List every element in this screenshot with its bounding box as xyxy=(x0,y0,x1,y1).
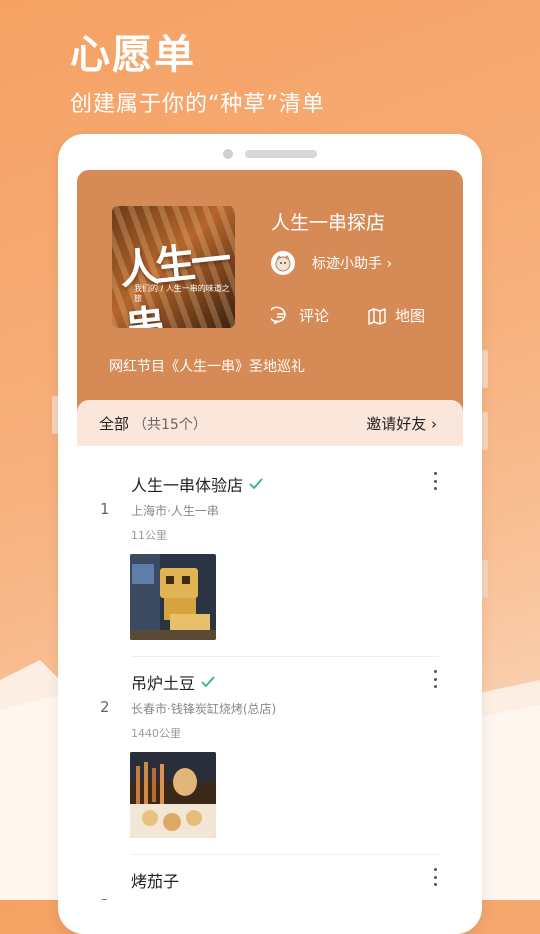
item-name-text: 人生一串体验店 xyxy=(131,476,244,495)
phone-side-button xyxy=(482,412,488,450)
more-options-button[interactable] xyxy=(431,868,439,886)
map-label: 地图 xyxy=(395,307,426,325)
item-name: 吊炉土豆 xyxy=(131,670,215,694)
phone-side-button xyxy=(482,350,488,388)
author-link[interactable]: 标迹小助手 › xyxy=(271,250,392,276)
mascot-icon xyxy=(275,255,291,272)
invite-friends-button[interactable]: 邀请好友 › xyxy=(366,413,437,434)
wishlist-title: 人生一串探店 xyxy=(271,212,386,234)
divider xyxy=(131,656,439,657)
wishlist-cover-image[interactable]: 人生一串 我们的 / 人生一串的味道之旅 xyxy=(112,206,235,328)
skewers-image xyxy=(130,752,216,838)
more-options-button[interactable] xyxy=(431,670,439,688)
list-tabbar: 全部 （共15个） 邀请好友 › xyxy=(77,400,463,446)
item-thumbnail[interactable] xyxy=(130,554,216,640)
more-options-button[interactable] xyxy=(431,472,439,490)
phone-camera xyxy=(223,149,233,159)
item-index: 2 xyxy=(100,698,110,716)
verified-check-icon xyxy=(249,478,263,490)
hero-title: 心愿单 xyxy=(70,32,196,78)
item-name: 烤茄子 xyxy=(131,868,179,892)
verified-check-icon xyxy=(201,676,215,688)
wishlist-description: 网红节目《人生一串》圣地巡礼 xyxy=(109,359,305,375)
robot-figure-image xyxy=(130,554,216,640)
item-index: 3 xyxy=(100,896,110,900)
comment-icon xyxy=(271,306,286,324)
item-distance: 11公里 xyxy=(131,529,167,542)
avatar xyxy=(271,251,295,275)
map-button[interactable]: 地图 xyxy=(367,305,425,326)
tab-all-label: 全部 xyxy=(99,415,130,433)
item-index: 1 xyxy=(100,500,110,518)
author-name: 标迹小助手 › xyxy=(312,256,393,272)
comment-label: 评论 xyxy=(299,307,330,325)
item-distance: 1440公里 xyxy=(131,727,181,740)
comment-button[interactable]: 评论 xyxy=(271,305,329,326)
wishlist-header: 人生一串 我们的 / 人生一串的味道之旅 人生一串探店 标迹小助手 › 评论 地… xyxy=(77,170,463,420)
hero-subtitle: 创建属于你的“种草”清单 xyxy=(70,92,325,117)
divider xyxy=(131,854,439,855)
item-name-text: 吊炉土豆 xyxy=(131,674,196,693)
list-item[interactable]: 2 吊炉土豆 长春市·钱锋炭缸烧烤(总店) 1440公里 xyxy=(77,670,463,850)
item-address: 长春市·钱锋炭缸烧烤(总店) xyxy=(131,702,277,716)
list-item[interactable]: 3 烤茄子 xyxy=(77,868,463,900)
cover-caption: 我们的 / 人生一串的味道之旅 xyxy=(134,284,230,303)
item-thumbnail[interactable] xyxy=(130,752,216,838)
app-screen: 人生一串 我们的 / 人生一串的味道之旅 人生一串探店 标迹小助手 › 评论 地… xyxy=(77,170,463,900)
item-name-text: 烤茄子 xyxy=(131,872,180,891)
item-address: 上海市·人生一串 xyxy=(131,504,219,518)
cover-calligraphy: 人生一串 xyxy=(117,235,230,328)
phone-side-button xyxy=(482,560,488,598)
item-name: 人生一串体验店 xyxy=(131,472,263,496)
tab-count: （共15个） xyxy=(133,417,207,433)
list-item[interactable]: 1 人生一串体验店 上海市·人生一串 11公里 xyxy=(77,472,463,652)
map-icon xyxy=(368,307,386,325)
tab-all[interactable]: 全部 （共15个） xyxy=(99,413,207,434)
phone-speaker xyxy=(245,150,317,158)
